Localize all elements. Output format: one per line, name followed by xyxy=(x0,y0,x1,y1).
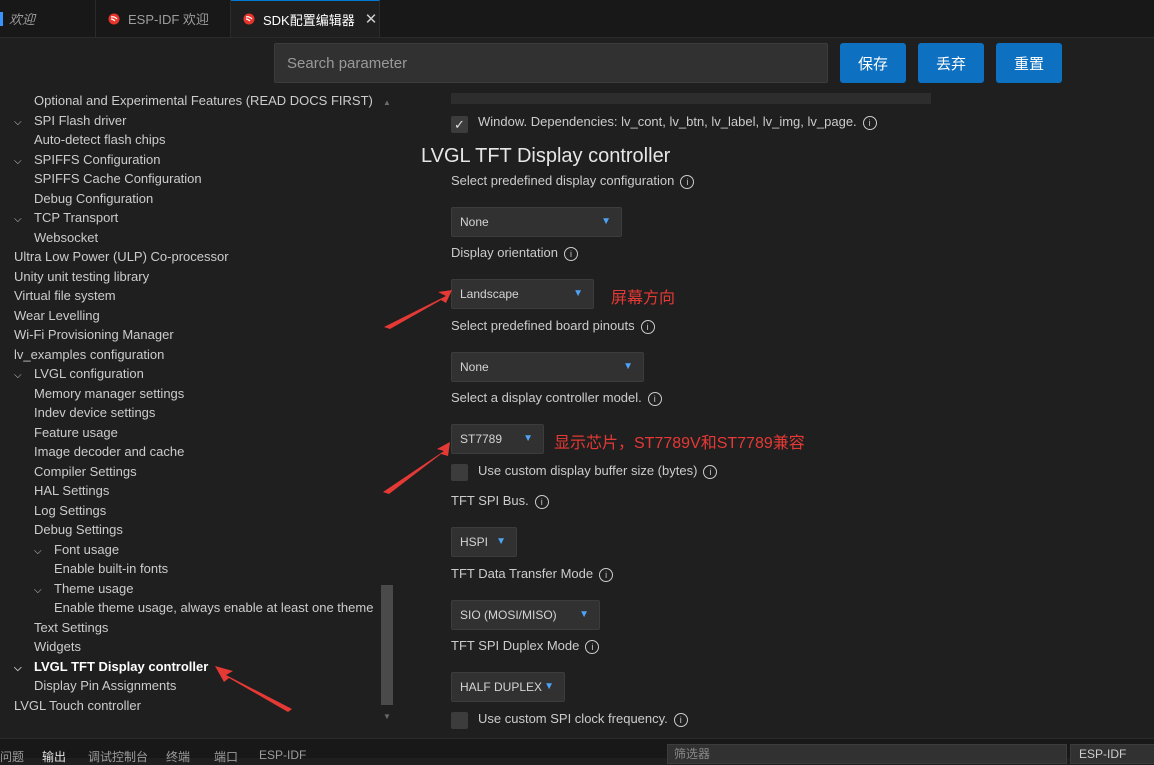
output-filter-input[interactable]: 筛选器 xyxy=(667,744,1067,764)
annotation-arrows xyxy=(215,290,452,712)
arrow-controller xyxy=(383,442,450,494)
output-channel-select[interactable]: ESP-IDF xyxy=(1070,744,1154,764)
arrow-orientation xyxy=(384,290,452,329)
panel-tab-esp-idf[interactable]: ESP-IDF xyxy=(259,748,306,762)
arrow-sidebar xyxy=(215,666,292,712)
